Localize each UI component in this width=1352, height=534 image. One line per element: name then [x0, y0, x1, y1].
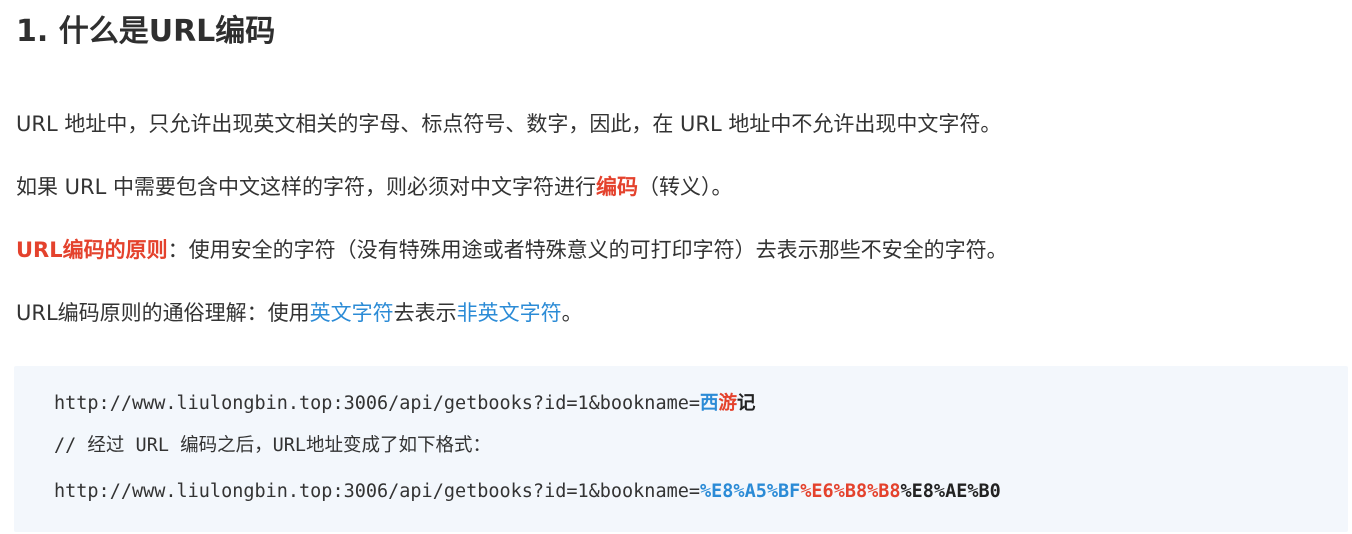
code-comment: // 经过 URL 编码之后，URL地址变成了如下格式： [54, 435, 492, 456]
highlight-non-english-chars: 非英文字符 [456, 301, 562, 325]
paragraph-text: 。 [561, 301, 583, 325]
paragraph-url-rules: URL 地址中，只允许出现英文相关的字母、标点符号、数字，因此，在 URL 地址… [16, 112, 1002, 136]
highlight-english-chars: 英文字符 [309, 301, 394, 325]
paragraph-plain-explanation: URL编码原则的通俗理解：使用英文字符去表示非英文字符。 [16, 296, 583, 330]
code-encoded-ji: %E8%AE%B0 [900, 481, 1001, 502]
paragraph-encoding-need: 如果 URL 中需要包含中文这样的字符，则必须对中文字符进行编码（转义）。 [16, 170, 733, 204]
code-line-original-url: http://www.liulongbin.top:3006/api/getbo… [54, 390, 756, 418]
highlight-encoding: 编码 [596, 175, 639, 199]
code-char-you: 游 [718, 393, 738, 414]
code-url: http://www.liulongbin.top:3006/api/getbo… [54, 393, 701, 414]
code-line-encoded-url: http://www.liulongbin.top:3006/api/getbo… [54, 478, 1001, 506]
code-block: http://www.liulongbin.top:3006/api/getbo… [14, 366, 1348, 532]
paragraph-text: URL编码原则的通俗理解：使用 [16, 301, 310, 325]
paragraph-text: ：使用安全的字符（没有特殊用途或者特殊意义的可打印字符）去表示那些不安全的字符。 [167, 238, 1008, 262]
paragraph-text: 如果 URL 中需要包含中文这样的字符，则必须对中文字符进行 [16, 175, 597, 199]
highlight-principle: URL编码的原则 [16, 238, 168, 262]
code-char-ji: 记 [737, 393, 756, 414]
code-url: http://www.liulongbin.top:3006/api/getbo… [54, 481, 701, 502]
paragraph-text: （转义）。 [638, 175, 733, 199]
section-heading: 1. 什么是URL编码 [16, 14, 276, 49]
code-char-xi: 西 [700, 393, 719, 414]
code-encoded-xi: %E8%A5%BF [700, 481, 801, 502]
paragraph-encoding-principle: URL编码的原则：使用安全的字符（没有特殊用途或者特殊意义的可打印字符）去表示那… [16, 233, 1008, 267]
paragraph-text: 去表示 [393, 301, 457, 325]
code-encoded-you: %E6%B8%B8 [800, 481, 901, 502]
